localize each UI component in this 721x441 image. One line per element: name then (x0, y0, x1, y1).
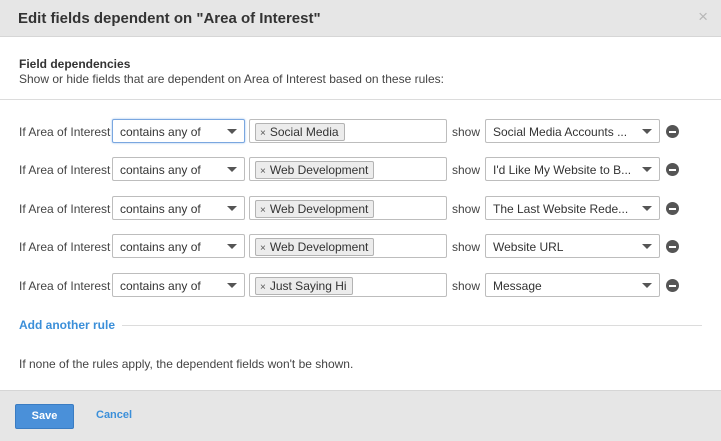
show-label: show (452, 125, 481, 139)
dialog-title: Edit fields dependent on "Area of Intere… (18, 10, 321, 27)
operator-value: contains any of (120, 279, 201, 293)
rule-row: If Area of Interest contains any of × Soc… (0, 119, 721, 145)
value-tag: × Social Media (255, 123, 345, 141)
chevron-down-icon (642, 244, 652, 249)
field-value: I'd Like My Website to B... (493, 163, 632, 177)
operator-select[interactable]: contains any of (112, 196, 245, 220)
rule-row: If Area of Interest contains any of × Web… (0, 234, 721, 260)
remove-rule-icon[interactable] (666, 163, 679, 176)
value-tag: × Web Development (255, 238, 375, 256)
rule-row: If Area of Interest contains any of × Web… (0, 196, 721, 222)
close-icon[interactable]: × (698, 8, 708, 25)
field-select[interactable]: The Last Website Rede... (485, 196, 660, 220)
show-label: show (452, 240, 481, 254)
tag-remove-icon[interactable]: × (260, 166, 266, 177)
field-value: Website URL (493, 240, 564, 254)
chevron-down-icon (227, 206, 237, 211)
remove-rule-icon[interactable] (666, 240, 679, 253)
tag-remove-icon[interactable]: × (260, 128, 266, 139)
value-tags-input[interactable]: × Web Development (249, 157, 447, 181)
field-select[interactable]: I'd Like My Website to B... (485, 157, 660, 181)
chevron-down-icon (642, 283, 652, 288)
remove-rule-icon[interactable] (666, 125, 679, 138)
top-divider (0, 99, 721, 100)
value-tags-input[interactable]: × Web Development (249, 196, 447, 220)
add-another-rule-link[interactable]: Add another rule (19, 318, 115, 332)
field-value: Social Media Accounts ... (493, 125, 628, 139)
value-tags-input[interactable]: × Web Development (249, 234, 447, 258)
chevron-down-icon (227, 283, 237, 288)
rule-prefix-label: If Area of Interest (19, 202, 111, 216)
cancel-button[interactable]: Cancel (96, 409, 132, 421)
dialog-header: Edit fields dependent on "Area of Intere… (0, 0, 721, 37)
tag-remove-icon[interactable]: × (260, 205, 266, 216)
value-tags-input[interactable]: × Social Media (249, 119, 447, 143)
field-select[interactable]: Website URL (485, 234, 660, 258)
tag-label: Web Development (269, 202, 369, 216)
tag-label: Social Media (269, 125, 339, 139)
show-label: show (452, 279, 481, 293)
value-tag: × Web Development (255, 200, 375, 218)
value-tag: × Web Development (255, 161, 375, 179)
chevron-down-icon (642, 129, 652, 134)
add-rule-divider (122, 325, 702, 326)
save-button[interactable]: Save (15, 404, 74, 429)
section-description: Show or hide fields that are dependent o… (19, 72, 444, 86)
operator-value: contains any of (120, 240, 201, 254)
chevron-down-icon (227, 129, 237, 134)
show-label: show (452, 163, 481, 177)
chevron-down-icon (227, 167, 237, 172)
section-title: Field dependencies (19, 57, 131, 71)
remove-rule-icon[interactable] (666, 279, 679, 292)
tag-label: Just Saying Hi (269, 279, 347, 293)
value-tags-input[interactable]: × Just Saying Hi (249, 273, 447, 297)
operator-value: contains any of (120, 163, 201, 177)
chevron-down-icon (227, 244, 237, 249)
field-select[interactable]: Message (485, 273, 660, 297)
dialog-footer: Save Cancel (0, 390, 721, 441)
show-label: show (452, 202, 481, 216)
field-value: The Last Website Rede... (493, 202, 629, 216)
chevron-down-icon (642, 167, 652, 172)
operator-select[interactable]: contains any of (112, 234, 245, 258)
value-tag: × Just Saying Hi (255, 277, 353, 295)
remove-rule-icon[interactable] (666, 202, 679, 215)
operator-select[interactable]: contains any of (112, 119, 245, 143)
rule-prefix-label: If Area of Interest (19, 125, 111, 139)
operator-select[interactable]: contains any of (112, 273, 245, 297)
tag-remove-icon[interactable]: × (260, 243, 266, 254)
edit-dependencies-dialog: Edit fields dependent on "Area of Intere… (0, 0, 721, 441)
rule-prefix-label: If Area of Interest (19, 163, 111, 177)
rule-row: If Area of Interest contains any of × Jus… (0, 273, 721, 299)
field-value: Message (493, 279, 542, 293)
rule-prefix-label: If Area of Interest (19, 240, 111, 254)
tag-label: Web Development (269, 240, 369, 254)
operator-select[interactable]: contains any of (112, 157, 245, 181)
tag-remove-icon[interactable]: × (260, 282, 266, 293)
no-rules-note: If none of the rules apply, the dependen… (19, 357, 354, 371)
chevron-down-icon (642, 206, 652, 211)
rule-prefix-label: If Area of Interest (19, 279, 111, 293)
rule-row: If Area of Interest contains any of × Web… (0, 157, 721, 183)
operator-value: contains any of (120, 202, 201, 216)
tag-label: Web Development (269, 163, 369, 177)
operator-value: contains any of (120, 125, 201, 139)
field-select[interactable]: Social Media Accounts ... (485, 119, 660, 143)
